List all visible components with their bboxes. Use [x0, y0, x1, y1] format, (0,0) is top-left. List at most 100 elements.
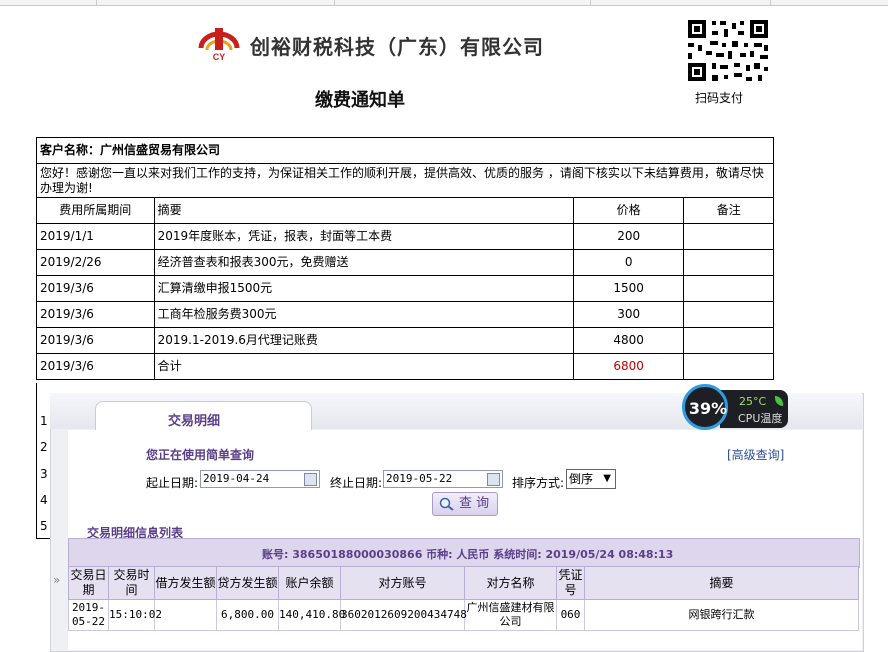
- debit-cell: [154, 599, 217, 631]
- table-row: 2019/3/6 2019.1-2019.6月代理记账费 4800: [36, 327, 774, 354]
- balance-cell: 140,410.80: [278, 599, 345, 631]
- total-price-cell: 6800: [572, 353, 685, 380]
- cpu-monitor-widget[interactable]: 39% 25°C CPU温度: [682, 384, 790, 434]
- summary-cell: 网银跨行汇款: [584, 599, 859, 631]
- column-header: 费用所属期间: [36, 197, 155, 224]
- greeting-text: 您好！感谢您一直以来对我们工作的支持，为保证相关工作的顺利开展，提供高效、优质的…: [36, 163, 774, 198]
- summary-cell: 2019年度账本，凭证，报表，封面等工本费: [153, 223, 574, 250]
- end-date-input[interactable]: 2019-05-22: [383, 470, 503, 488]
- column-header: 交易日期: [68, 566, 109, 600]
- voucher-cell: 060: [556, 599, 585, 631]
- date-cell: 2019-05-22: [68, 599, 109, 631]
- note-cell: [683, 249, 774, 276]
- chevron-down-icon: ▼: [603, 473, 611, 484]
- transaction-header-row: 交易日期 交易时间 借方发生额 贷方发生额 账户余额 对方账号 对方名称 凭证号…: [68, 566, 859, 600]
- column-header: 摘要: [584, 566, 859, 600]
- calendar-icon[interactable]: [487, 473, 500, 486]
- row-number: 5: [40, 519, 48, 533]
- peer-account-cell: 3602012609200434748: [340, 599, 467, 631]
- ruler-divider: [334, 0, 335, 5]
- column-header: 账户余额: [278, 566, 341, 600]
- cpu-usage: 39%: [688, 399, 728, 418]
- double-chevron-right-icon[interactable]: »: [53, 573, 60, 587]
- note-cell: [683, 275, 774, 302]
- cpu-usage-ring: 39%: [682, 384, 728, 430]
- period-cell: 2019/3/6: [36, 275, 155, 302]
- qr-label: 扫码支付: [695, 91, 744, 105]
- customer-name: 客户名称：广州信盛贸易有限公司: [36, 137, 774, 164]
- note-cell: [683, 301, 774, 328]
- price-cell: 4800: [572, 327, 685, 354]
- cpu-temp-label: CPU温度: [738, 412, 783, 425]
- account-info: 账号: 38650188000030866 币种: 人民币 系统时间: 2019…: [262, 548, 674, 561]
- start-date-input[interactable]: 2019-04-24: [200, 470, 320, 488]
- price-cell: 1500: [572, 275, 685, 302]
- note-cell: [683, 223, 774, 250]
- column-header: 对方名称: [464, 566, 557, 600]
- company-logo-icon: CY: [198, 28, 240, 62]
- invoice-table: 客户名称：广州信盛贸易有限公司 您好！感谢您一直以来对我们工作的支持，为保证相关…: [36, 137, 774, 380]
- peer-name-cell: 广州信盛建材有限公司: [464, 599, 557, 631]
- query-button[interactable]: 查 询: [432, 492, 498, 516]
- sort-label: 排序方式:: [512, 476, 565, 490]
- row-number: 4: [40, 493, 48, 507]
- sort-value: 倒序: [569, 472, 594, 486]
- sort-select[interactable]: 倒序 ▼: [566, 469, 616, 489]
- summary-cell: 经济普查表和报表300元，免费赠送: [153, 249, 574, 276]
- query-button-label: 查 询: [459, 496, 490, 511]
- summary-cell: 工商年检服务费300元: [153, 301, 574, 328]
- search-icon: [439, 497, 454, 511]
- price-cell: 300: [572, 301, 685, 328]
- invoice-header-row: 费用所属期间 摘要 价格 备注: [36, 197, 774, 224]
- company-name: 创裕财税科技（广东）有限公司: [250, 35, 544, 59]
- column-header: 借方发生额: [154, 566, 217, 600]
- time-cell: 15:10:02: [108, 599, 162, 631]
- column-ruler: FGH: [0, 0, 888, 6]
- price-cell: 0: [572, 249, 685, 276]
- partial-left-column: [36, 383, 51, 539]
- summary-cell: 合计: [153, 353, 574, 380]
- logo-mark: CY: [213, 52, 226, 62]
- end-date-value: 2019-05-22: [386, 472, 453, 485]
- price-cell: 200: [572, 223, 685, 250]
- period-cell: 2019/3/6: [36, 301, 155, 328]
- period-cell: 2019/1/1: [36, 223, 155, 250]
- column-header: 备注: [683, 197, 774, 224]
- ruler-divider: [590, 0, 591, 5]
- table-row: 2019/2/26 经济普查表和报表300元，免费赠送 0: [36, 249, 774, 276]
- total-row: 2019/3/6 合计 6800: [36, 353, 774, 380]
- column-header: 凭证号: [556, 566, 585, 600]
- tab-label: 交易明细: [168, 414, 221, 429]
- row-number: 2: [40, 440, 48, 454]
- ruler-divider: [770, 0, 771, 5]
- column-header: 价格: [572, 197, 685, 224]
- table-row: 2019/3/6 工商年检服务费300元 300: [36, 301, 774, 328]
- end-date-label: 终止日期:: [330, 476, 383, 490]
- advanced-query-link[interactable]: [高级查询]: [727, 446, 784, 463]
- table-row: 2019/3/6 汇算清缴申报1500元 1500: [36, 275, 774, 302]
- note-cell: [683, 353, 774, 380]
- document-title: 缴费通知单: [315, 90, 405, 111]
- credit-cell: 6,800.00: [216, 599, 279, 631]
- summary-cell: 2019.1-2019.6月代理记账费: [153, 327, 574, 354]
- qr-code-icon: [684, 17, 772, 85]
- column-header: 贷方发生额: [216, 566, 279, 600]
- period-cell: 2019/3/6: [36, 353, 155, 380]
- row-number: 1: [40, 414, 48, 428]
- cpu-temperature: 25°C: [739, 395, 767, 408]
- start-date-label: 起止日期:: [146, 476, 199, 490]
- ruler-divider: [96, 0, 97, 5]
- start-date-value: 2019-04-24: [203, 472, 270, 485]
- period-cell: 2019/3/6: [36, 327, 155, 354]
- transaction-table: 交易日期 交易时间 借方发生额 贷方发生额 账户余额 对方账号 对方名称 凭证号…: [68, 566, 859, 631]
- column-header: 摘要: [153, 197, 574, 224]
- table-row[interactable]: 2019-05-22 15:10:02 6,800.00 140,410.80 …: [68, 599, 859, 631]
- note-cell: [683, 327, 774, 354]
- summary-cell: 汇算清缴申报1500元: [153, 275, 574, 302]
- calendar-icon[interactable]: [304, 473, 317, 486]
- row-number: 3: [40, 467, 48, 481]
- column-header: 对方账号: [340, 566, 465, 600]
- table-row: 2019/1/1 2019年度账本，凭证，报表，封面等工本费 200: [36, 223, 774, 250]
- period-cell: 2019/2/26: [36, 249, 155, 276]
- query-mode-title: 您正在使用简单查询: [146, 448, 255, 462]
